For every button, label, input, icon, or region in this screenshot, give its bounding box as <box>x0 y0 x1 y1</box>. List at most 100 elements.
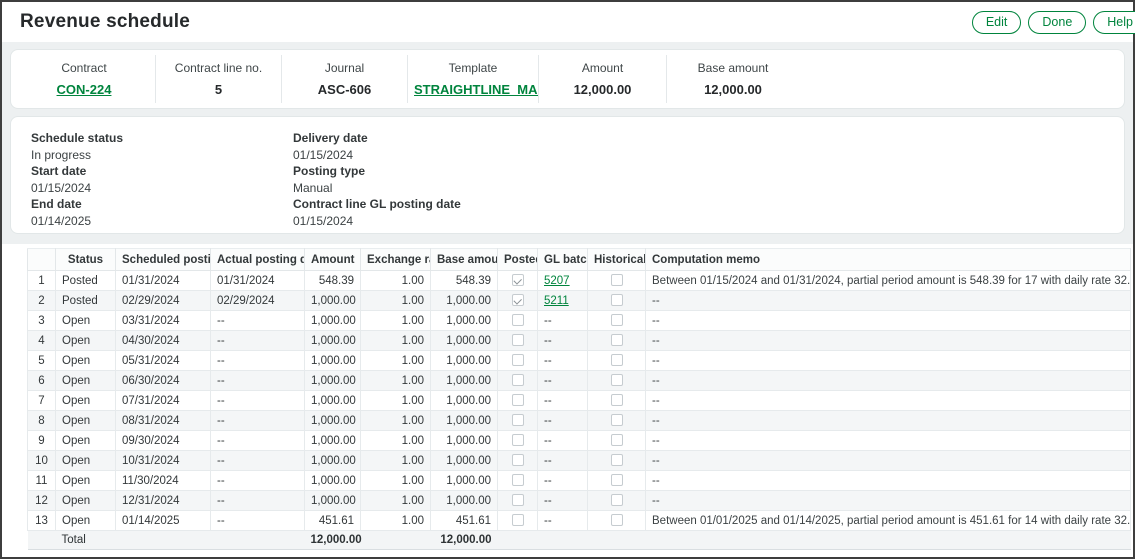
gl-batch-cell: -- <box>538 331 588 351</box>
revenue-schedule-page: { "page": { "title": "Revenue schedule" … <box>0 0 1135 559</box>
posted-checkbox[interactable] <box>512 374 524 386</box>
exchange-rate-cell: 1.00 <box>361 511 431 531</box>
historical-checkbox[interactable] <box>611 274 623 286</box>
gl-batch-cell: -- <box>538 451 588 471</box>
posted-checkbox[interactable] <box>512 414 524 426</box>
posted-checkbox[interactable] <box>512 454 524 466</box>
historical-cell <box>588 271 646 291</box>
status-cell: Posted <box>56 271 116 291</box>
exchange-rate-cell: 1.00 <box>361 471 431 491</box>
table-row: 12Open12/31/2024--1,000.001.001,000.00--… <box>28 491 1131 511</box>
gl-batch-cell: 5207 <box>538 271 588 291</box>
row-number-cell: 6 <box>28 371 56 391</box>
done-button[interactable]: Done <box>1028 11 1086 34</box>
historical-checkbox[interactable] <box>611 394 623 406</box>
table-row: 8Open08/31/2024--1,000.001.001,000.00---… <box>28 411 1131 431</box>
table-row: 10Open10/31/2024--1,000.001.001,000.00--… <box>28 451 1131 471</box>
summary-field-contract-line-no: Contract line no. 5 <box>156 55 282 103</box>
memo-cell: Between 01/01/2025 and 01/14/2025, parti… <box>646 511 1131 531</box>
col-header-row-number <box>28 249 56 271</box>
start-date-value: 01/15/2024 <box>31 181 293 195</box>
row-number-cell: 2 <box>28 291 56 311</box>
historical-checkbox[interactable] <box>611 314 623 326</box>
scheduled-date-cell: 02/29/2024 <box>116 291 211 311</box>
exchange-rate-cell: 1.00 <box>361 311 431 331</box>
end-date-label: End date <box>31 197 293 211</box>
table-row: 7Open07/31/2024--1,000.001.001,000.00---… <box>28 391 1131 411</box>
posted-checkbox[interactable] <box>512 294 524 306</box>
posted-cell <box>498 511 538 531</box>
col-header-scheduled-posting-date: Scheduled posting date <box>116 249 211 271</box>
top-bar: Revenue schedule Edit Done Help <box>2 2 1133 42</box>
historical-checkbox[interactable] <box>611 454 623 466</box>
base-amount-value: 12,000.00 <box>673 82 793 97</box>
amount-cell: 1,000.00 <box>305 351 361 371</box>
status-cell: Open <box>56 431 116 451</box>
base-amount-cell: 1,000.00 <box>431 391 498 411</box>
field-end-date: End date 01/14/2025 <box>31 196 293 229</box>
row-number-cell: 10 <box>28 451 56 471</box>
schedule-status-value: In progress <box>31 148 293 162</box>
posted-checkbox[interactable] <box>512 474 524 486</box>
field-start-date: Start date 01/15/2024 <box>31 163 293 196</box>
posted-cell <box>498 271 538 291</box>
memo-cell: Between 01/15/2024 and 01/31/2024, parti… <box>646 271 1131 291</box>
posted-checkbox[interactable] <box>512 314 524 326</box>
edit-button[interactable]: Edit <box>972 11 1022 34</box>
posted-checkbox[interactable] <box>512 354 524 366</box>
table-row: 4Open04/30/2024--1,000.001.001,000.00---… <box>28 331 1131 351</box>
exchange-rate-cell: 1.00 <box>361 351 431 371</box>
table-row: 5Open05/31/2024--1,000.001.001,000.00---… <box>28 351 1131 371</box>
posted-checkbox[interactable] <box>512 274 524 286</box>
historical-cell <box>588 311 646 331</box>
base-amount-cell: 451.61 <box>431 511 498 531</box>
posted-checkbox[interactable] <box>512 394 524 406</box>
historical-checkbox[interactable] <box>611 514 623 526</box>
row-number-cell: 8 <box>28 411 56 431</box>
col-header-posted: Posted <box>498 249 538 271</box>
scheduled-date-cell: 10/31/2024 <box>116 451 211 471</box>
posted-checkbox[interactable] <box>512 434 524 446</box>
posted-checkbox[interactable] <box>512 514 524 526</box>
historical-checkbox[interactable] <box>611 434 623 446</box>
base-amount-cell: 1,000.00 <box>431 431 498 451</box>
contract-label: Contract <box>19 61 149 75</box>
base-amount-cell: 1,000.00 <box>431 371 498 391</box>
historical-checkbox[interactable] <box>611 294 623 306</box>
posted-checkbox[interactable] <box>512 494 524 506</box>
historical-checkbox[interactable] <box>611 414 623 426</box>
exchange-rate-cell: 1.00 <box>361 491 431 511</box>
help-button[interactable]: Help <box>1093 11 1135 34</box>
status-cell: Open <box>56 331 116 351</box>
actual-date-cell: -- <box>211 451 305 471</box>
status-cell: Open <box>56 451 116 471</box>
historical-checkbox[interactable] <box>611 374 623 386</box>
memo-cell: -- <box>646 291 1131 311</box>
actual-date-cell: -- <box>211 311 305 331</box>
col-header-gl-batch: GL batch <box>538 249 588 271</box>
actual-date-cell: -- <box>211 411 305 431</box>
exchange-rate-cell: 1.00 <box>361 371 431 391</box>
base-amount-cell: 548.39 <box>431 271 498 291</box>
historical-checkbox[interactable] <box>611 474 623 486</box>
field-delivery-date: Delivery date 01/15/2024 <box>293 130 1104 163</box>
historical-checkbox[interactable] <box>611 334 623 346</box>
memo-cell: -- <box>646 411 1131 431</box>
posted-cell <box>498 291 538 311</box>
gl-batch-link[interactable]: 5211 <box>544 295 569 307</box>
total-amount: 12,000.00 <box>305 531 361 550</box>
historical-checkbox[interactable] <box>611 494 623 506</box>
gl-batch-link[interactable]: 5207 <box>544 275 570 287</box>
historical-checkbox[interactable] <box>611 354 623 366</box>
posted-checkbox[interactable] <box>512 334 524 346</box>
toolbar-actions: Edit Done Help <box>972 11 1135 34</box>
scheduled-date-cell: 12/31/2024 <box>116 491 211 511</box>
template-link[interactable]: STRAIGHTLINE_MANUA <box>414 82 539 97</box>
contract-link[interactable]: CON-224 <box>57 82 112 97</box>
actual-date-cell: -- <box>211 391 305 411</box>
amount-cell: 1,000.00 <box>305 431 361 451</box>
gl-batch-cell: -- <box>538 431 588 451</box>
table-row: 3Open03/31/2024--1,000.001.001,000.00---… <box>28 311 1131 331</box>
posted-cell <box>498 471 538 491</box>
details-card: Schedule status In progress Start date 0… <box>10 116 1125 234</box>
